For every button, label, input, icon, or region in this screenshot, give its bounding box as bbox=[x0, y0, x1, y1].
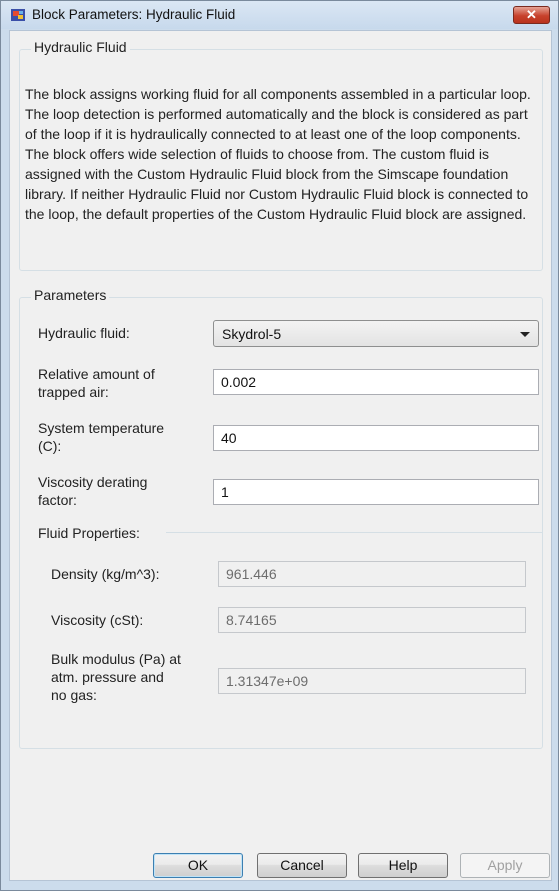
trapped-air-label-line1: Relative amount of bbox=[38, 366, 155, 382]
viscosity-field: 8.74165 bbox=[218, 607, 526, 633]
apply-button[interactable]: Apply bbox=[460, 853, 550, 878]
trapped-air-label-line2: trapped air: bbox=[38, 384, 109, 400]
temperature-field[interactable]: 40 bbox=[213, 425, 539, 451]
fluid-properties-label: Fluid Properties: bbox=[38, 525, 140, 541]
window-title: Block Parameters: Hydraulic Fluid bbox=[32, 7, 236, 22]
hydraulic-fluid-value: Skydrol-5 bbox=[222, 326, 282, 342]
close-button[interactable]: ✕ bbox=[513, 6, 550, 24]
bulk-modulus-label-line2: atm. pressure and bbox=[51, 669, 164, 685]
block-description: The block assigns working fluid for all … bbox=[25, 86, 531, 222]
parameters-group-label: Parameters bbox=[31, 287, 110, 303]
density-value: 961.446 bbox=[226, 566, 277, 582]
description-group-label: Hydraulic Fluid bbox=[31, 39, 130, 55]
viscosity-derating-label-line1: Viscosity derating bbox=[38, 474, 148, 490]
viscosity-label: Viscosity (cSt): bbox=[51, 612, 144, 628]
trapped-air-value: 0.002 bbox=[221, 374, 257, 390]
bulk-modulus-label-line3: no gas: bbox=[51, 687, 97, 703]
bulk-modulus-field: 1.31347e+09 bbox=[218, 668, 526, 694]
title-bar[interactable]: Block Parameters: Hydraulic Fluid ✕ bbox=[1, 1, 558, 29]
density-field: 961.446 bbox=[218, 561, 526, 587]
close-icon: ✕ bbox=[526, 7, 537, 22]
viscosity-derating-label-line2: factor: bbox=[38, 492, 77, 508]
fluid-properties-divider bbox=[166, 532, 543, 533]
viscosity-derating-field[interactable]: 1 bbox=[213, 479, 539, 505]
bulk-modulus-label-line1: Bulk modulus (Pa) at bbox=[51, 651, 181, 667]
cancel-button[interactable]: Cancel bbox=[257, 853, 347, 878]
bulk-modulus-value: 1.31347e+09 bbox=[226, 673, 309, 689]
ok-button[interactable]: OK bbox=[153, 853, 243, 878]
temperature-label-line1: System temperature bbox=[38, 420, 165, 436]
dialog-window: Block Parameters: Hydraulic Fluid ✕ Hydr… bbox=[0, 0, 559, 891]
density-label: Density (kg/m^3): bbox=[51, 566, 160, 582]
help-button[interactable]: Help bbox=[358, 853, 448, 878]
chevron-down-icon bbox=[520, 332, 530, 337]
viscosity-derating-value: 1 bbox=[221, 484, 229, 500]
temperature-value: 40 bbox=[221, 430, 237, 446]
hydraulic-fluid-label: Hydraulic fluid: bbox=[38, 325, 130, 341]
hydraulic-fluid-select[interactable]: Skydrol-5 bbox=[213, 320, 539, 347]
simulink-block-icon bbox=[11, 9, 25, 21]
viscosity-value: 8.74165 bbox=[226, 612, 277, 628]
trapped-air-field[interactable]: 0.002 bbox=[213, 369, 539, 395]
temperature-label-line2: (C): bbox=[38, 438, 62, 454]
